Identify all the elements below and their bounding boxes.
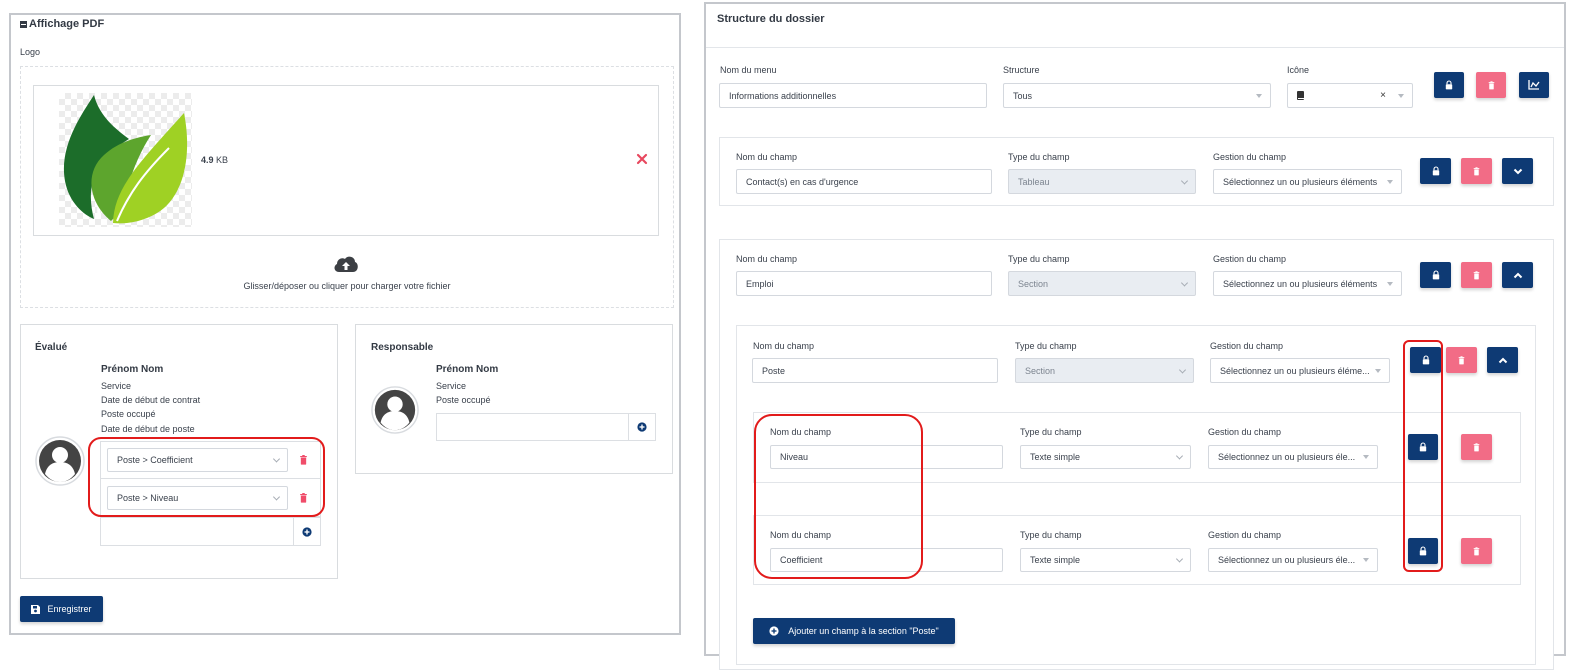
save-button[interactable]: Enregistrer — [20, 596, 103, 622]
field-mgmt-select[interactable]: Sélectionnez un ou plusieurs éléments — [1213, 271, 1402, 296]
field-type-label: Type du champ — [1008, 254, 1070, 264]
evalue-line-position: Poste occupé — [101, 409, 156, 419]
field-name-input[interactable]: Emploi — [736, 271, 992, 296]
field-mgmt-select[interactable]: Sélectionnez un ou plusieurs éléme... — [1210, 358, 1390, 383]
panel-header: Affichage PDF — [20, 18, 104, 30]
lock-button[interactable] — [1420, 158, 1451, 184]
field-mgmt-select[interactable]: Sélectionnez un ou plusieurs éle... — [1208, 548, 1378, 572]
responsable-title: Responsable — [371, 342, 434, 353]
field-type-label: Type du champ — [1020, 530, 1082, 540]
close-icon[interactable] — [636, 153, 648, 165]
evalue-line-position-date: Date de début de poste — [101, 424, 195, 434]
delete-button[interactable] — [1446, 347, 1477, 373]
field-type-select: Section — [1008, 271, 1196, 296]
lock-icon — [1432, 270, 1440, 280]
structure-label: Structure — [1003, 65, 1040, 75]
field-mgmt-label: Gestion du champ — [1213, 152, 1287, 162]
field-name-label: Nom du champ — [753, 341, 815, 351]
avatar-icon — [371, 386, 419, 434]
evalue-line-contract-date: Date de début de contrat — [101, 395, 201, 405]
chevron-down-icon — [1513, 168, 1522, 174]
add-mapping-input[interactable] — [100, 517, 294, 546]
field-mgmt-label: Gestion du champ — [1208, 427, 1282, 437]
trash-icon — [1473, 443, 1480, 452]
chevron-up-icon — [1498, 357, 1507, 363]
responsable-line-position: Poste occupé — [436, 395, 491, 405]
field-name-input[interactable]: Poste — [752, 358, 998, 383]
delete-button[interactable] — [1476, 72, 1506, 98]
menu-name-label: Nom du menu — [720, 65, 777, 75]
trash-icon — [1488, 81, 1495, 90]
delete-button[interactable] — [1461, 158, 1492, 184]
field-type-select[interactable]: Texte simple — [1020, 548, 1191, 572]
delete-button[interactable] — [1461, 262, 1492, 288]
plus-circle-icon — [302, 527, 312, 537]
field-type-label: Type du champ — [1008, 152, 1070, 162]
structure-select[interactable]: Tous — [1003, 83, 1271, 108]
field-type-select[interactable]: Texte simple — [1020, 445, 1191, 469]
trash-icon — [1458, 356, 1465, 365]
annotation-highlight — [1403, 340, 1443, 572]
field-mgmt-select[interactable]: Sélectionnez un ou plusieurs éléments — [1213, 169, 1402, 194]
delete-button[interactable] — [1461, 434, 1492, 460]
lock-button[interactable] — [1420, 262, 1451, 288]
field-type-select: Tableau — [1008, 169, 1196, 194]
trash-icon — [1473, 271, 1480, 280]
responsable-line-service: Service — [436, 381, 467, 391]
add-responsable-button[interactable] — [629, 413, 656, 441]
delete-button[interactable] — [1461, 538, 1492, 564]
chevron-up-icon — [1513, 272, 1522, 278]
logo-preview — [59, 93, 192, 227]
add-responsable-input[interactable] — [436, 413, 629, 441]
icon-label: Icône — [1287, 65, 1310, 75]
field-type-label: Type du champ — [1015, 341, 1077, 351]
field-mgmt-label: Gestion du champ — [1208, 530, 1282, 540]
panel-title: Affichage PDF — [29, 18, 105, 30]
file-size: 4.9 KB — [201, 155, 229, 165]
field-type-select: Section — [1015, 358, 1194, 383]
annotation-highlight — [88, 437, 325, 517]
expand-button[interactable] — [1502, 158, 1533, 184]
clear-icon[interactable]: × — [1380, 90, 1386, 101]
save-icon — [31, 604, 41, 614]
icon-select[interactable]: × — [1287, 83, 1413, 108]
minus-square-icon[interactable] — [20, 20, 27, 28]
menu-name-input[interactable]: Informations additionnelles — [719, 83, 987, 108]
trash-icon — [1473, 547, 1480, 556]
evalue-name: Prénom Nom — [101, 364, 164, 375]
collapse-button[interactable] — [1487, 347, 1518, 373]
chart-button[interactable] — [1519, 72, 1549, 98]
panel-header-bar — [706, 4, 1564, 48]
lock-button[interactable] — [1434, 72, 1464, 98]
logo-label: Logo — [20, 47, 41, 57]
avatar-icon — [35, 436, 85, 486]
leaf-logo — [63, 95, 188, 224]
field-name-label: Nom du champ — [736, 152, 798, 162]
evalue-title: Évalué — [35, 342, 68, 353]
chart-icon — [1528, 80, 1540, 90]
lock-icon — [1445, 80, 1453, 90]
field-mgmt-select[interactable]: Sélectionnez un ou plusieurs éle... — [1208, 445, 1378, 469]
field-mgmt-label: Gestion du champ — [1210, 341, 1284, 351]
panel-title: Structure du dossier — [717, 13, 825, 25]
collapse-button[interactable] — [1502, 262, 1533, 288]
book-icon — [1297, 91, 1304, 100]
field-type-label: Type du champ — [1020, 427, 1082, 437]
add-mapping-button[interactable] — [294, 517, 321, 546]
field-name-label: Nom du champ — [736, 254, 798, 264]
annotation-highlight — [754, 414, 923, 579]
lock-icon — [1432, 166, 1440, 176]
add-field-button[interactable]: Ajouter un champ à la section "Poste" — [753, 618, 955, 644]
plus-circle-icon — [769, 626, 779, 636]
field-name-input[interactable]: Contact(s) en cas d'urgence — [736, 169, 992, 194]
plus-circle-icon — [637, 422, 647, 432]
responsable-name: Prénom Nom — [436, 364, 499, 375]
evalue-line-service: Service — [101, 381, 132, 391]
trash-icon — [1473, 167, 1480, 176]
cloud-upload-icon[interactable] — [333, 255, 359, 273]
upload-hint[interactable]: Glisser/déposer ou cliquer pour charger … — [20, 281, 674, 291]
field-mgmt-label: Gestion du champ — [1213, 254, 1287, 264]
